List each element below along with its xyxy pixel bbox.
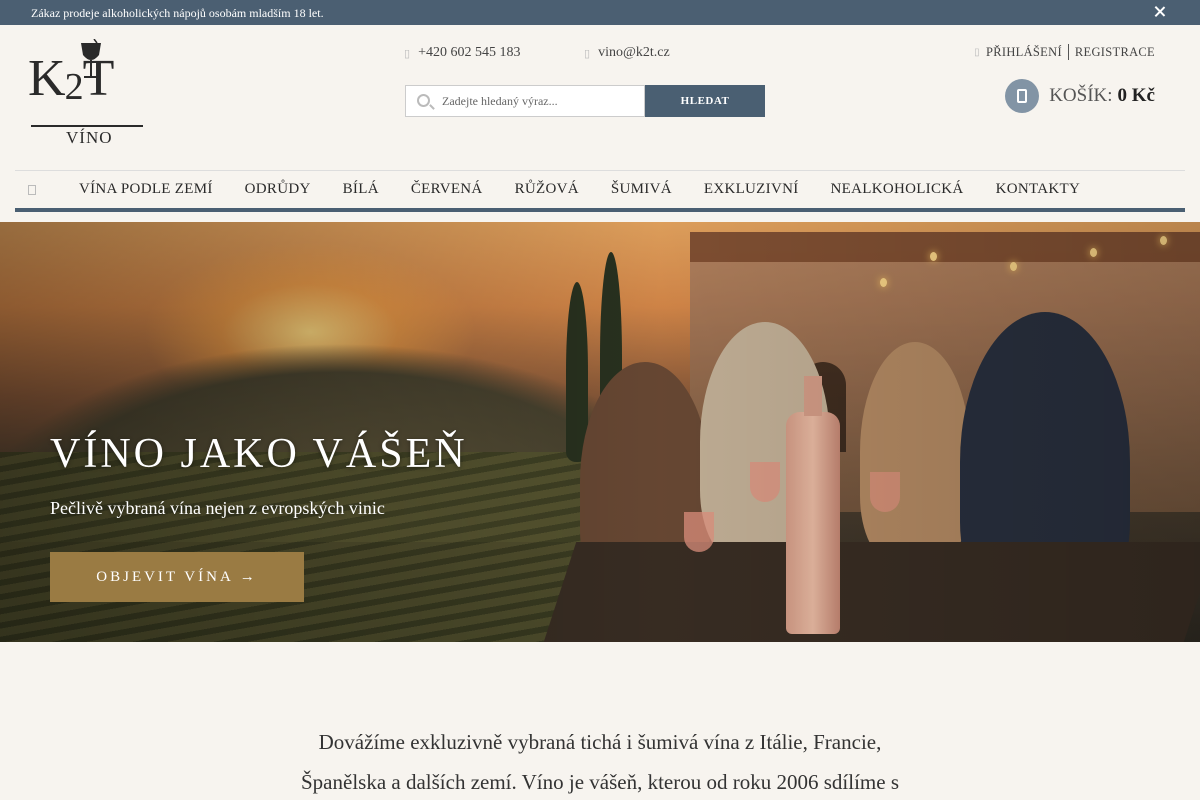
discover-wines-button[interactable]: OBJEVIT VÍNA → <box>50 552 304 602</box>
logo-mark: K2T <box>28 50 114 108</box>
age-notice-text: Zákaz prodeje alkoholických nápojů osobá… <box>31 6 324 20</box>
mail-icon: ▯ <box>584 47 591 60</box>
phone-number: +420 602 545 183 <box>418 45 521 60</box>
nav-item-nealkoholicka[interactable]: NEALKOHOLICKÁ <box>831 181 964 198</box>
nav-item-bila[interactable]: BÍLÁ <box>343 181 379 198</box>
nav-item-ruzova[interactable]: RŮŽOVÁ <box>515 181 579 198</box>
main-nav: VÍNA PODLE ZEMÍ ODRŮDY BÍLÁ ČERVENÁ RŮŽO… <box>15 170 1185 212</box>
nav-item-sumiva[interactable]: ŠUMIVÁ <box>611 181 672 198</box>
site-header: K2T VÍNO ▯ +420 602 545 183 ▯ vino@k2t.c… <box>0 25 1200 170</box>
k2t-logo[interactable]: K2T VÍNO <box>28 39 148 149</box>
nav-item-vina-podle-zemi[interactable]: VÍNA PODLE ZEMÍ <box>79 181 213 198</box>
nav-item-kontakty[interactable]: KONTAKTY <box>996 181 1081 198</box>
account-divider <box>1067 44 1069 60</box>
email-address: vino@k2t.cz <box>598 45 670 60</box>
account-links: ▯ PŘIHLÁŠENÍ REGISTRACE <box>974 44 1155 60</box>
cart-amount: 0 Kč <box>1117 85 1155 106</box>
nav-item-cervena[interactable]: ČERVENÁ <box>411 181 483 198</box>
intro-line-1: Dovážíme exkluzivně vybraná tichá i šumi… <box>318 730 882 754</box>
home-icon[interactable] <box>15 171 49 209</box>
search-input[interactable] <box>406 86 644 116</box>
cart-summary[interactable]: KOŠÍK: 0 Kč <box>1005 79 1155 113</box>
search-bar: HLEDAT <box>405 85 765 117</box>
phone-icon: ▯ <box>404 47 411 60</box>
cart-icon <box>1005 79 1040 113</box>
logo-sub: VÍNO <box>66 128 113 147</box>
phone-contact[interactable]: ▯ +420 602 545 183 <box>404 45 520 61</box>
cart-label: KOŠÍK: <box>1049 85 1113 106</box>
hero-title: VÍNO JAKO VÁŠEŇ <box>50 431 468 477</box>
register-link[interactable]: REGISTRACE <box>1075 45 1155 60</box>
logo-rule <box>31 125 143 127</box>
user-icon: ▯ <box>974 46 980 58</box>
nav-item-exkluzivni[interactable]: EXKLUZIVNÍ <box>704 181 799 198</box>
hero-lead: Pečlivě vybraná vína nejen z evropských … <box>50 498 385 518</box>
search-field <box>405 85 645 117</box>
age-notice-bar: Zákaz prodeje alkoholických nápojů osobá… <box>0 0 1200 25</box>
email-contact[interactable]: ▯ vino@k2t.cz <box>584 45 670 61</box>
nav-item-odrudy[interactable]: ODRŮDY <box>245 181 311 198</box>
close-icon[interactable] <box>1152 4 1168 20</box>
hero-banner: VÍNO JAKO VÁŠEŇ Pečlivě vybraná vína nej… <box>0 222 1200 642</box>
login-link[interactable]: PŘIHLÁŠENÍ <box>986 45 1062 60</box>
search-icon <box>417 94 430 107</box>
intro-line-2: Španělska a dalších zemí. Víno je vášeň,… <box>301 770 899 794</box>
intro-text: Dovážíme exkluzivně vybraná tichá i šumi… <box>200 722 1000 800</box>
search-button[interactable]: HLEDAT <box>645 85 765 117</box>
